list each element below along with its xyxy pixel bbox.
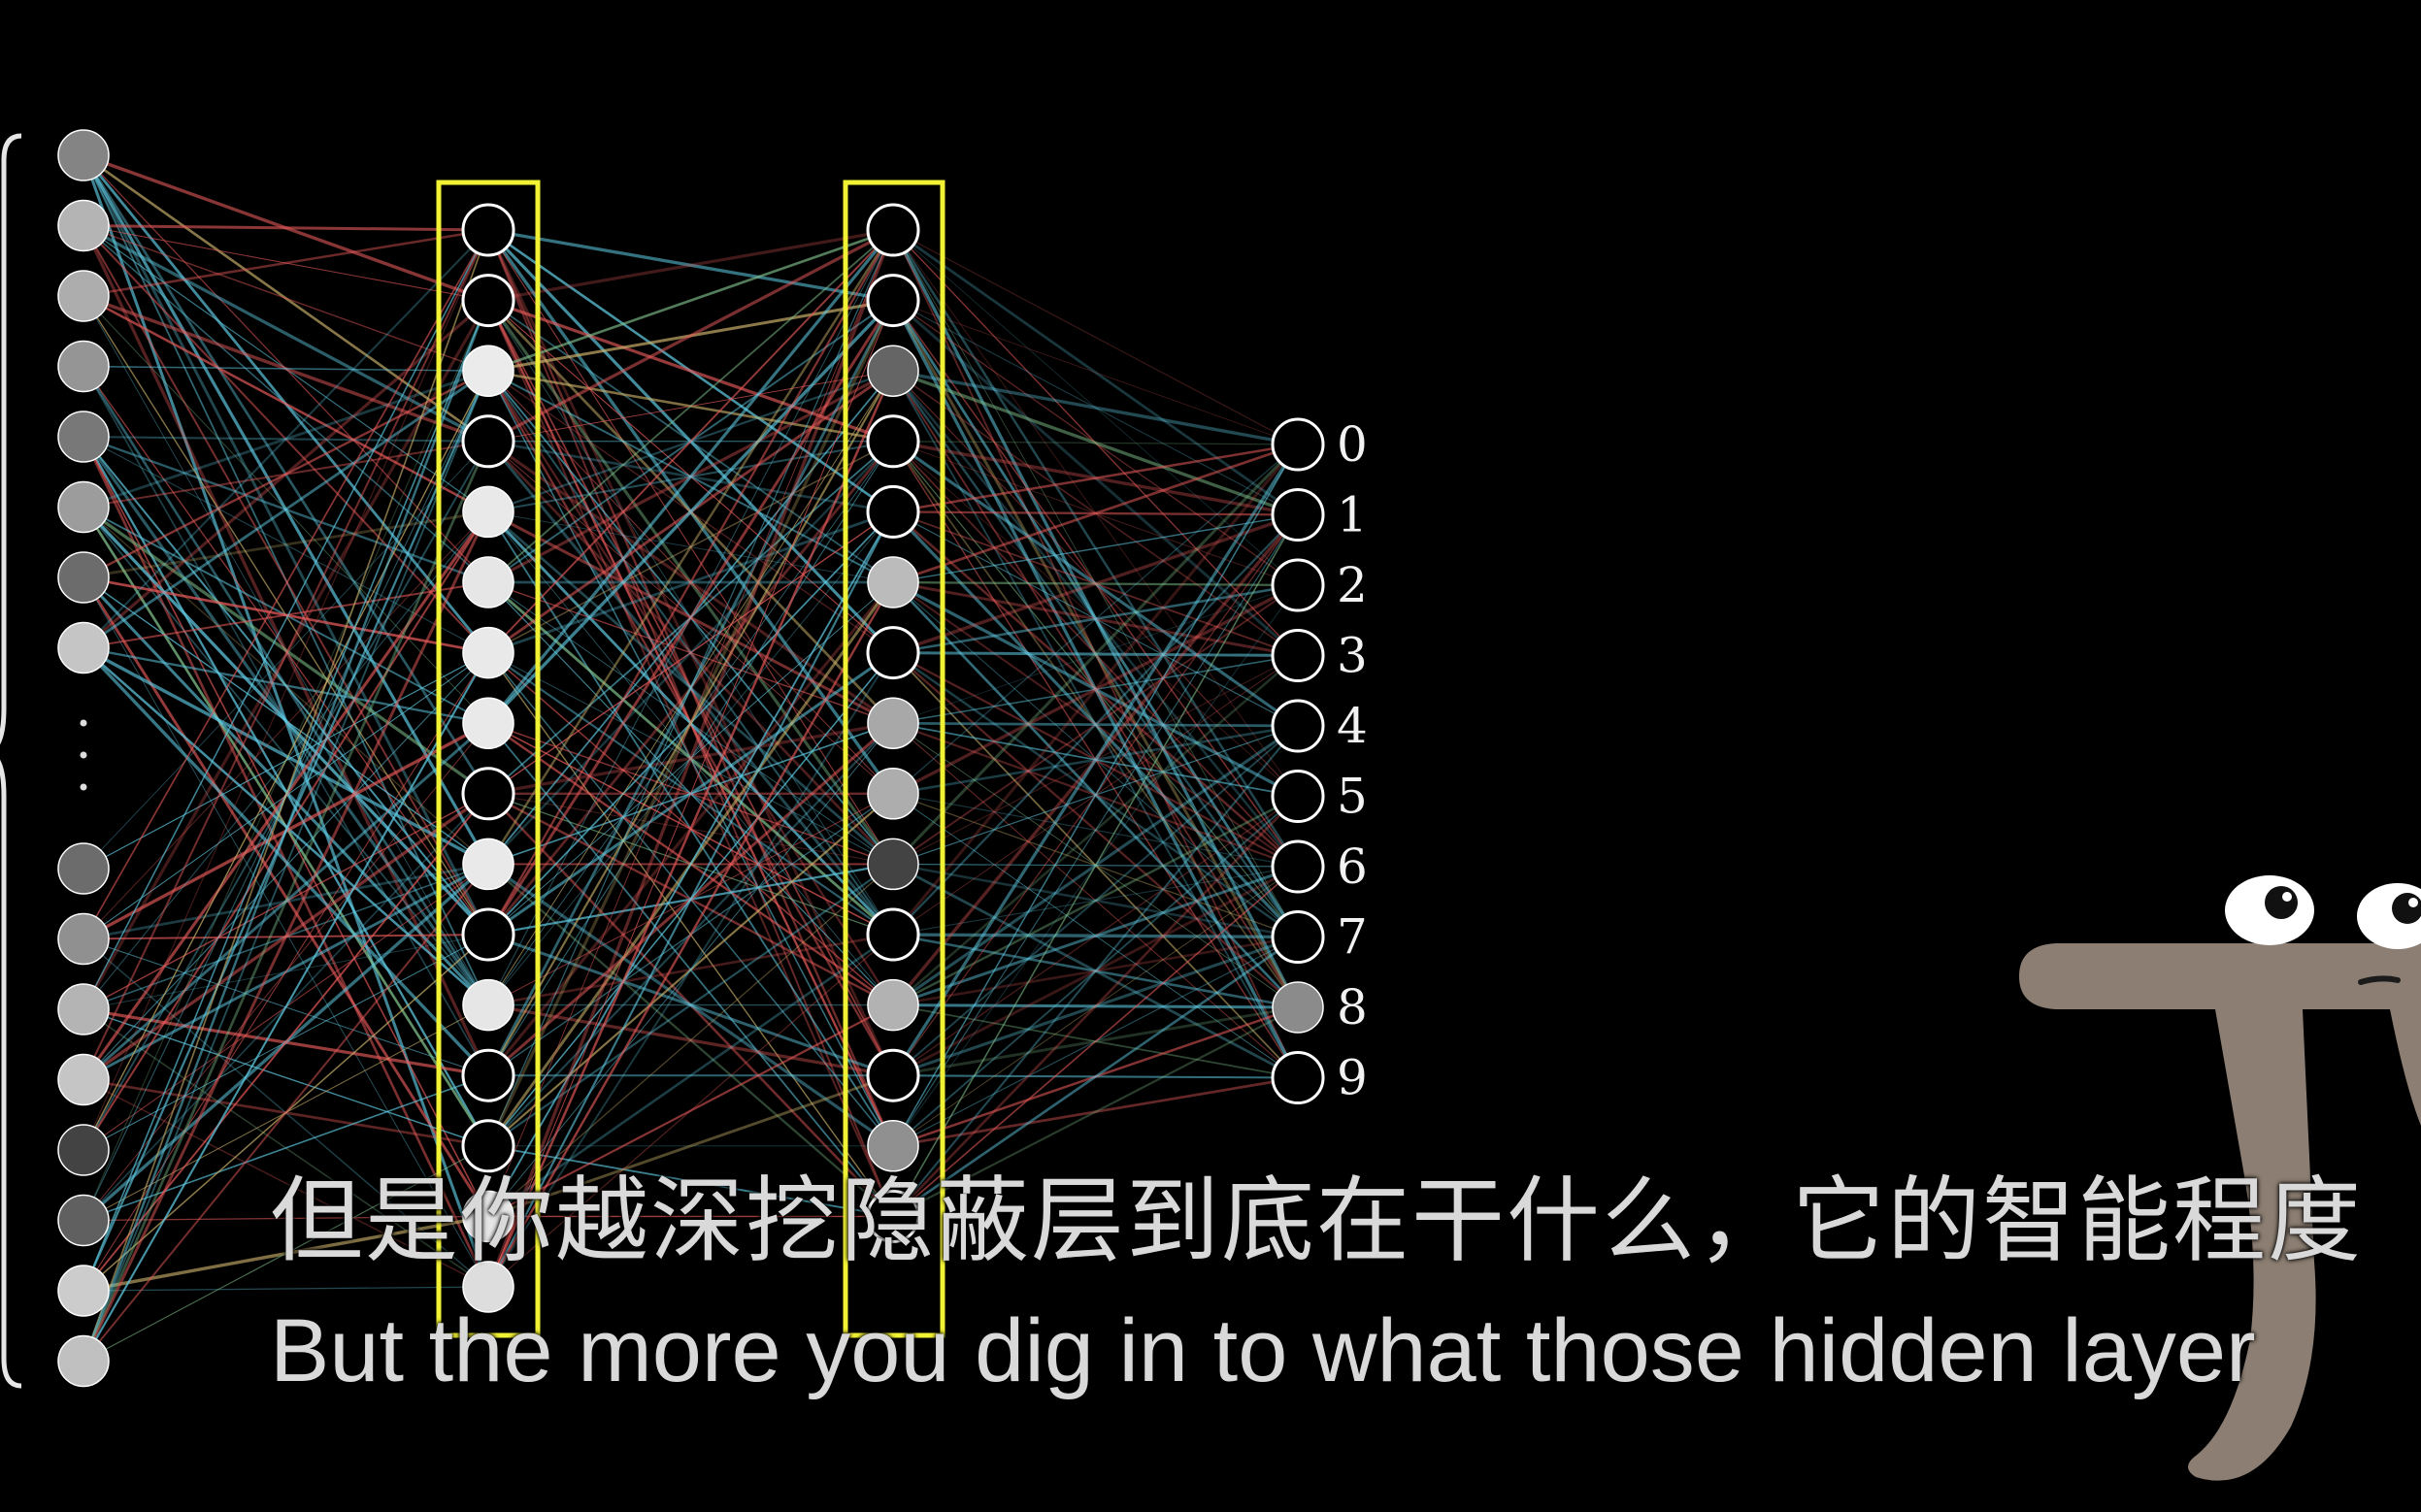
input-neuron	[57, 983, 110, 1035]
input-neuron	[57, 1265, 110, 1317]
output-neuron	[1272, 981, 1324, 1034]
input-neuron	[57, 340, 110, 393]
output-label-5: 5	[1337, 769, 1368, 825]
output-neuron	[1271, 1051, 1325, 1104]
output-label-7: 7	[1337, 909, 1368, 966]
hidden2-neuron	[866, 1048, 920, 1102]
hidden1-neuron	[462, 485, 514, 539]
input-neuron	[57, 270, 110, 322]
hidden1-neuron	[462, 626, 514, 679]
output-label-9: 9	[1337, 1050, 1368, 1106]
hidden2-neuron	[866, 626, 920, 680]
hidden2-neuron	[866, 484, 920, 539]
output-neuron	[1271, 417, 1325, 472]
output-label-6: 6	[1337, 838, 1368, 895]
hidden1-neuron	[461, 414, 515, 469]
output-label-8: 8	[1337, 979, 1368, 1035]
input-neuron	[57, 199, 110, 252]
input-neuron	[57, 1124, 110, 1176]
output-neuron	[1271, 558, 1325, 612]
input-neuron	[57, 621, 110, 674]
output-neuron	[1271, 629, 1325, 682]
hidden1-neuron	[461, 203, 515, 257]
hidden2-neuron	[867, 768, 919, 820]
output-neuron	[1271, 910, 1325, 964]
pi-creature-left-pupil	[2265, 886, 2298, 919]
input-neuron	[57, 480, 110, 534]
subtitle-chinese: 但是你越深挖隐蔽层到底在干什么，它的智能程度	[270, 1167, 2363, 1275]
output-label-2: 2	[1337, 557, 1368, 613]
input-neuron	[57, 912, 110, 966]
output-label-4: 4	[1337, 698, 1368, 754]
input-neuron	[57, 1194, 110, 1247]
pi-creature-mouth	[2358, 975, 2401, 985]
input-neuron	[57, 551, 110, 604]
hidden2-neuron	[867, 838, 919, 891]
network-diagram: 0 1 2 3 4 5 6 7 8 9	[0, 0, 2421, 1512]
hidden1-neuron	[462, 838, 514, 891]
input-neuron	[57, 129, 110, 181]
output-neuron	[1271, 488, 1325, 542]
hidden2-neuron	[867, 697, 919, 749]
hidden2-neuron	[866, 203, 920, 257]
output-neuron	[1271, 770, 1325, 823]
hidden1-neuron	[462, 556, 514, 608]
hidden2-neuron	[866, 414, 920, 469]
output-neuron	[1271, 839, 1325, 894]
hidden2-neuron	[867, 345, 919, 397]
output-label-0: 0	[1337, 416, 1368, 473]
hidden1-neuron	[462, 978, 514, 1032]
hidden2-neuron	[867, 978, 919, 1032]
hidden1-neuron	[461, 1048, 515, 1102]
hidden2-neuron	[866, 274, 920, 328]
output-label-3: 3	[1337, 628, 1368, 684]
hidden1-neuron	[462, 345, 514, 397]
hidden1-neuron	[462, 697, 514, 749]
hidden1-neuron	[461, 274, 515, 328]
hidden2-neuron	[866, 907, 920, 962]
input-neuron	[57, 411, 110, 463]
hidden1-neuron	[461, 767, 515, 821]
subtitle-english: But the more you dig in to what those hi…	[270, 1301, 2256, 1400]
output-label-1: 1	[1337, 487, 1368, 543]
output-neuron	[1271, 699, 1325, 753]
hidden1-neuron	[461, 907, 515, 962]
input-neuron	[57, 1334, 110, 1388]
input-neuron	[57, 842, 110, 895]
hidden2-neuron	[867, 556, 919, 608]
input-neuron	[57, 1053, 110, 1106]
